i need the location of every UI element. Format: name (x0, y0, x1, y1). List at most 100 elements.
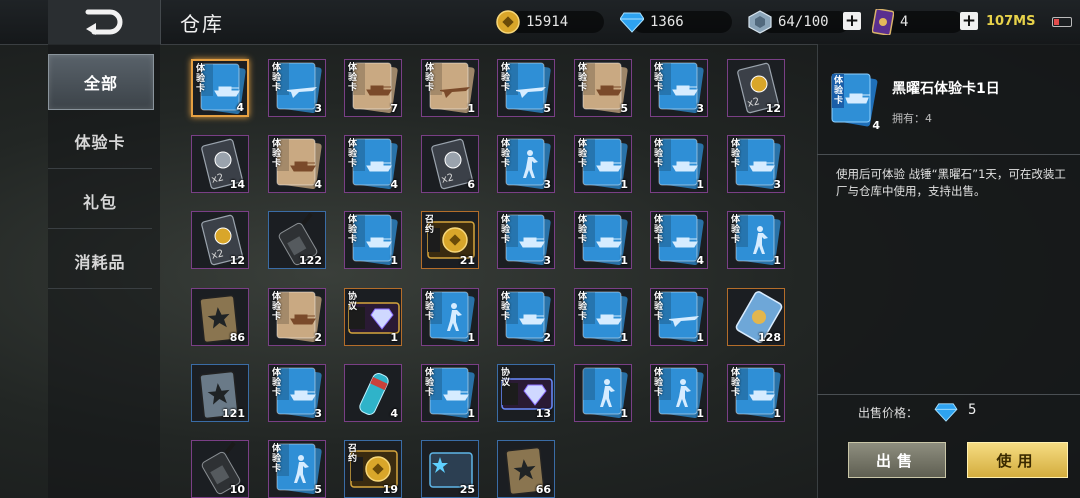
diamond-counter: 1366 (620, 10, 732, 34)
slot-badge: 体验卡 (501, 215, 511, 245)
slot-count: 1 (696, 407, 704, 420)
tab-all[interactable]: 全部 (48, 54, 154, 110)
inventory-slot[interactable]: 体验卡 3 (727, 135, 785, 193)
inventory-slot[interactable]: 协议 13 (497, 364, 555, 422)
inventory-slot[interactable]: 体验卡 1 (650, 288, 708, 346)
battery-icon (1052, 17, 1072, 27)
inventory-slot[interactable]: 体验卡 3 (268, 364, 326, 422)
add-crystal-button[interactable]: + (843, 12, 861, 30)
slot-badge: 体验卡 (272, 368, 282, 398)
card-ticket-counter: 4 (872, 9, 964, 35)
slot-count: 5 (314, 483, 322, 496)
inventory-slot[interactable]: 体验卡 1 (344, 211, 402, 269)
inventory-slot[interactable]: 协议 1 (344, 288, 402, 346)
slot-badge: 体验卡 (348, 215, 358, 245)
inventory-slot[interactable]: x2 6 (421, 135, 479, 193)
inventory-slot[interactable]: 体验卡 4 (344, 135, 402, 193)
back-button[interactable] (48, 0, 161, 44)
slot-badge: 体验卡 (578, 292, 588, 322)
tab-consumables[interactable]: 消耗品 (48, 234, 152, 289)
slot-count: 12 (229, 254, 245, 267)
tab-trial-cards[interactable]: 体验卡 (48, 114, 152, 169)
inventory-slot[interactable]: 体验卡 1 (421, 59, 479, 117)
inventory-slot[interactable]: 体验卡 1 (574, 211, 632, 269)
inventory-slot[interactable]: 体验卡 3 (497, 135, 555, 193)
slot-badge: 体验卡 (196, 64, 206, 94)
inventory-slot[interactable]: 体验卡 1 (574, 135, 632, 193)
slot-count: 2 (314, 331, 322, 344)
inventory-slot[interactable]: 体验卡 1 (574, 288, 632, 346)
diamond-icon (934, 403, 958, 422)
inventory-slot[interactable]: 体验卡 4 (268, 135, 326, 193)
inventory-slot[interactable]: 体验卡 1 (727, 364, 785, 422)
slot-count: 3 (696, 102, 704, 115)
slot-count: 4 (390, 407, 398, 420)
slot-badge: 体验卡 (425, 63, 435, 93)
inventory-slot[interactable]: 体验卡 4 (650, 211, 708, 269)
slot-count: 3 (314, 407, 322, 420)
slot-count: 7 (390, 102, 398, 115)
slot-count: 4 (314, 178, 322, 191)
slot-count: 5 (543, 102, 551, 115)
sell-button[interactable]: 出售 (848, 442, 946, 478)
inventory-slot[interactable]: 体验卡 1 (421, 288, 479, 346)
inventory-slot[interactable]: 体验卡 2 (497, 288, 555, 346)
slot-badge: 体验卡 (272, 444, 282, 474)
slot-count: 86 (229, 331, 245, 344)
inventory-slot[interactable]: 体验卡 5 (268, 440, 326, 498)
inventory-slot[interactable]: 体验卡 5 (497, 59, 555, 117)
slot-count: 1 (467, 102, 475, 115)
slot-badge: 体验卡 (501, 139, 511, 169)
inventory-slot[interactable]: 体验卡 1 (650, 135, 708, 193)
inventory-slot[interactable]: 体验卡 1 (727, 211, 785, 269)
inventory-slot[interactable]: 体验卡 5 (574, 59, 632, 117)
tab-gift-packs[interactable]: 礼包 (48, 174, 152, 229)
inventory-slot[interactable]: 128 (727, 288, 785, 346)
inventory-slot[interactable]: x2 14 (191, 135, 249, 193)
slot-count: 3 (773, 178, 781, 191)
slot-badge: 体验卡 (654, 139, 664, 169)
inventory-slot[interactable]: 121 (191, 364, 249, 422)
inventory-slot[interactable]: 122 (268, 211, 326, 269)
slot-count: 14 (229, 178, 245, 191)
inventory-slot[interactable]: 25 (421, 440, 479, 498)
inventory-slot[interactable]: 体验卡 3 (268, 59, 326, 117)
slot-count: 122 (299, 254, 322, 267)
divider (817, 394, 1080, 395)
slot-count: 1 (773, 407, 781, 420)
sell-price-label: 出售价格： (858, 406, 919, 420)
slot-count: 4 (390, 178, 398, 191)
slot-count: 1 (696, 178, 704, 191)
inventory-slot[interactable]: 10 (191, 440, 249, 498)
slot-badge: 体验卡 (654, 215, 664, 245)
inventory-slot[interactable]: 体验卡 3 (497, 211, 555, 269)
inventory-slot[interactable]: 1 (574, 364, 632, 422)
inventory-slot[interactable]: 体验卡 7 (344, 59, 402, 117)
add-card-button[interactable]: + (960, 12, 978, 30)
inventory-slot[interactable]: 体验卡 2 (268, 288, 326, 346)
slot-badge: 体验卡 (425, 368, 435, 398)
slot-badge: 体验卡 (578, 63, 588, 93)
item-description: 使用后可体验 战锤“黑曜石”1天，可在改装工厂与仓库中使用，支持出售。 (836, 167, 1066, 198)
inventory-slot[interactable]: 4 (344, 364, 402, 422)
slot-badge: 召约 (425, 215, 435, 235)
inventory-slot[interactable]: 体验卡 4 (191, 59, 249, 117)
slot-count: 3 (543, 254, 551, 267)
inventory-slot[interactable]: x2 12 (191, 211, 249, 269)
inventory-slot[interactable]: 体验卡 1 (421, 364, 479, 422)
inventory-slot[interactable]: 体验卡 3 (650, 59, 708, 117)
slot-count: 6 (467, 178, 475, 191)
crystal-box-counter: 64/100 (748, 10, 850, 34)
inventory-slot[interactable]: 66 (497, 440, 555, 498)
inventory-slot[interactable]: 召约 21 (421, 211, 479, 269)
slot-count: 1 (620, 331, 628, 344)
inventory-slot[interactable]: x2 12 (727, 59, 785, 117)
use-button[interactable]: 使用 (967, 442, 1068, 478)
inventory-slot[interactable]: 召约 19 (344, 440, 402, 498)
page-title: 仓库 (180, 12, 224, 36)
detail-item-icon: 体验卡 4 (826, 72, 882, 132)
inventory-slot[interactable]: 体验卡 1 (650, 364, 708, 422)
inventory-slot[interactable]: 86 (191, 288, 249, 346)
slot-badge: 体验卡 (578, 139, 588, 169)
slot-count: 1 (696, 331, 704, 344)
